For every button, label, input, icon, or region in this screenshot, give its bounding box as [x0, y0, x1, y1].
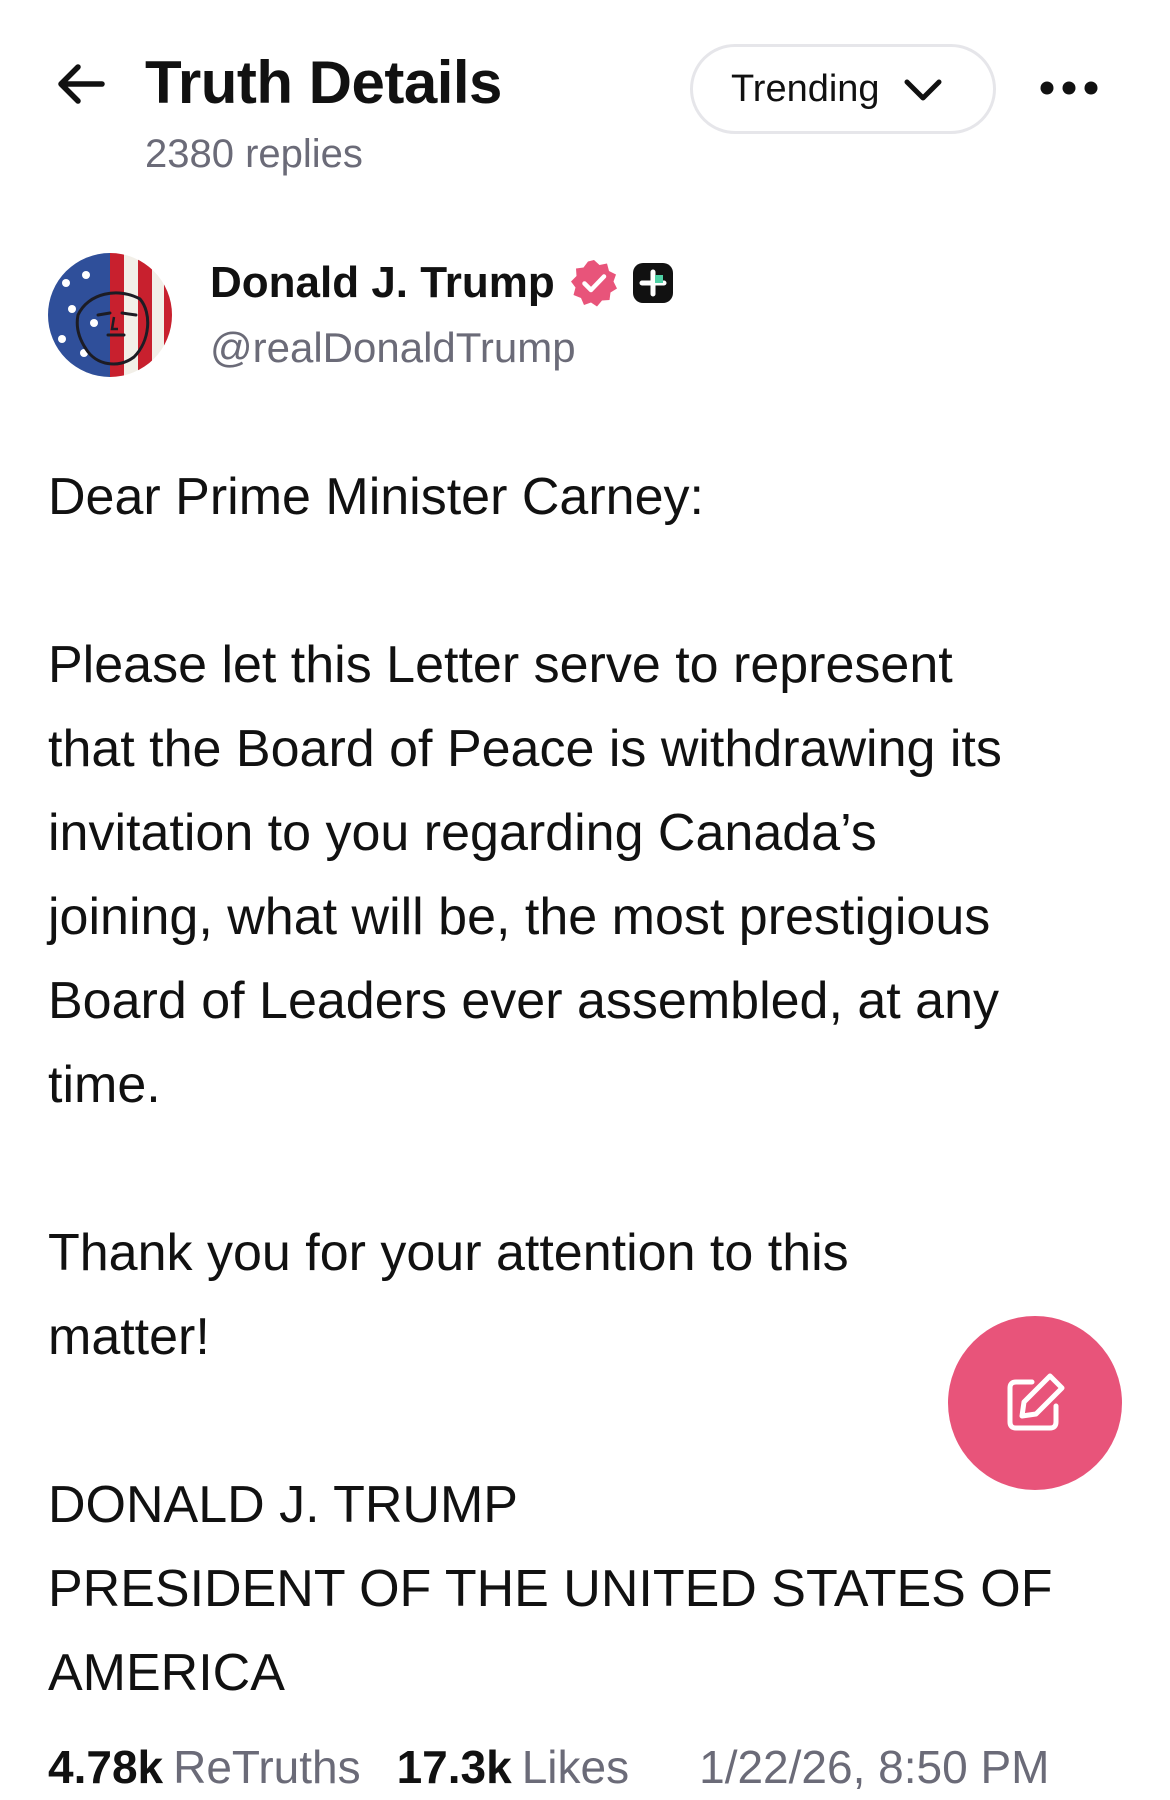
author-section: Donald J. Trump @realDonaldTrump	[0, 240, 1170, 390]
post-line: Dear Prime Minister Carney:	[48, 468, 704, 526]
post-line: Please let this Letter serve to represen…	[48, 636, 953, 694]
avatar-portrait-image	[48, 253, 172, 377]
author-name-row: Donald J. Trump	[210, 258, 675, 308]
post-line: joining, what will be, the most prestigi…	[48, 888, 991, 946]
reply-count: 2380 replies	[145, 132, 363, 176]
plus-badge-icon	[631, 261, 675, 305]
retruths-count: 4.78k	[48, 1741, 164, 1793]
post-line: AMERICA	[48, 1644, 285, 1702]
retruths-stat[interactable]: 4.78k ReTruths	[48, 1740, 361, 1794]
post-line: Board of Leaders ever assembled, at any	[48, 972, 1000, 1030]
avatar[interactable]	[48, 253, 172, 377]
back-button[interactable]	[52, 58, 110, 110]
post-line: Thank you for your attention to this	[48, 1224, 849, 1282]
post-line: invitation to you regarding Canada’s	[48, 804, 877, 862]
compose-button[interactable]	[948, 1316, 1122, 1490]
compose-edit-icon	[1007, 1373, 1065, 1431]
post-line: that the Board of Peace is withdrawing i…	[48, 720, 1002, 778]
chevron-down-icon	[904, 79, 942, 101]
post-line: time.	[48, 1056, 161, 1114]
verified-badge-icon	[569, 258, 619, 308]
post-line: PRESIDENT OF THE UNITED STATES OF	[48, 1560, 1053, 1618]
arrow-left-icon	[58, 64, 105, 104]
post-body: Dear Prime Minister Carney: Please let t…	[48, 455, 1128, 1715]
page-title: Truth Details	[145, 49, 502, 116]
sort-label: Trending	[731, 67, 880, 110]
author-handle[interactable]: @realDonaldTrump	[210, 324, 576, 372]
post-timestamp: 1/22/26, 8:50 PM	[699, 1741, 1050, 1793]
likes-stat[interactable]: 17.3k Likes	[397, 1740, 630, 1794]
likes-count: 17.3k	[396, 1741, 512, 1793]
likes-label: Likes	[521, 1741, 630, 1793]
more-horizontal-icon	[1040, 81, 1098, 95]
more-options-button[interactable]	[1036, 68, 1102, 108]
post-line: DONALD J. TRUMP	[48, 1476, 518, 1534]
post-stats: 4.78k ReTruths 17.3k Likes 1/22/26, 8:50 P…	[48, 1740, 1148, 1800]
top-bar: Truth Details 2380 replies Trending	[0, 0, 1170, 200]
sort-dropdown[interactable]: Trending	[690, 44, 996, 134]
retruths-label: ReTruths	[173, 1741, 361, 1793]
author-name[interactable]: Donald J. Trump	[210, 258, 555, 308]
